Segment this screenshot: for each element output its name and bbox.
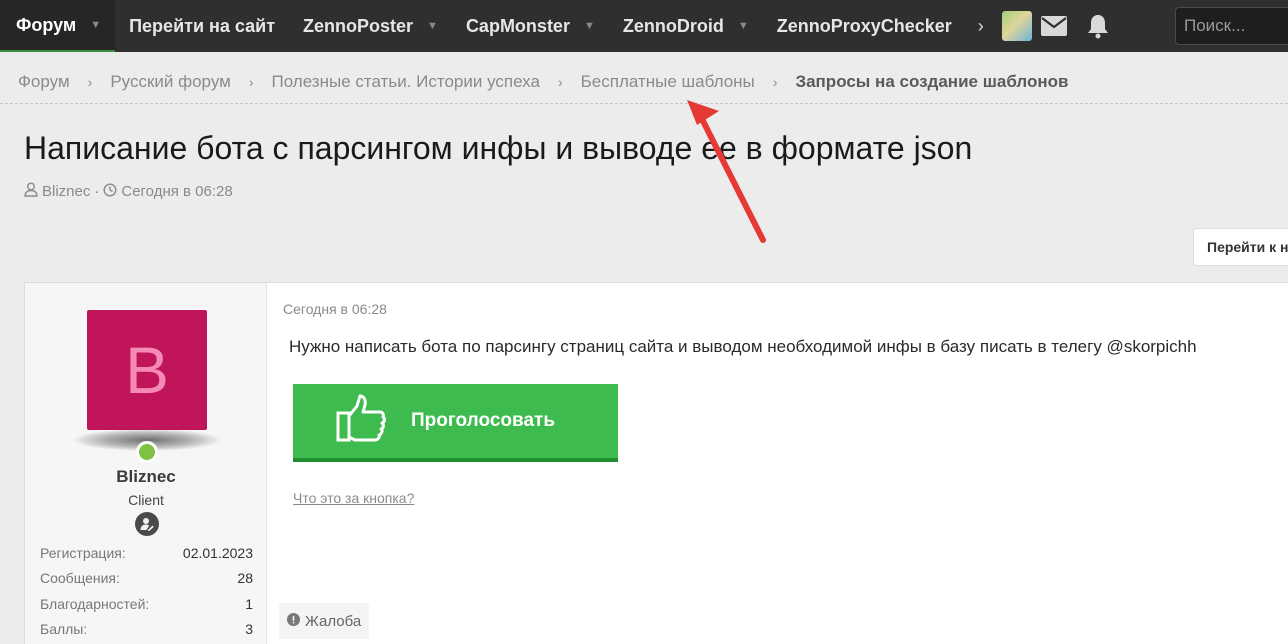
user-icon bbox=[24, 182, 38, 201]
stat-label: Сообщения: bbox=[40, 570, 120, 587]
stat-label: Регистрация: bbox=[40, 544, 126, 561]
goto-unread-button[interactable]: Перейти к н bbox=[1193, 228, 1288, 266]
bell-icon[interactable] bbox=[1076, 0, 1120, 52]
post-user-panel: B Bliznec Client Регистрация: 02.01.2023… bbox=[25, 283, 267, 644]
clock-icon bbox=[103, 182, 117, 201]
thread-meta: Bliznec · Сегодня в 06:28 bbox=[24, 182, 233, 201]
breadcrumb-item-free-templates[interactable]: Бесплатные шаблоны bbox=[581, 72, 755, 92]
nav-item-zennodroid[interactable]: ZennoDroid ▼ bbox=[609, 0, 763, 52]
user-stats: Регистрация: 02.01.2023 Сообщения: 28 Бл… bbox=[40, 540, 253, 642]
thumbs-up-icon bbox=[335, 393, 387, 449]
alert-icon bbox=[287, 612, 300, 630]
chevron-right-icon: › bbox=[248, 73, 254, 90]
stat-row: Благодарностей: 1 bbox=[40, 591, 253, 617]
vote-button-label: Проголосовать bbox=[411, 410, 555, 431]
user-role: Client bbox=[128, 492, 164, 508]
stat-row: Сообщения: 28 bbox=[40, 566, 253, 592]
nav-item-label: Форум bbox=[16, 14, 77, 35]
stat-value: 1 bbox=[245, 595, 253, 612]
caret-down-icon[interactable]: ▼ bbox=[90, 19, 101, 31]
thread-author[interactable]: Bliznec bbox=[42, 183, 90, 200]
stat-label: Благодарностей: bbox=[40, 595, 150, 612]
report-label: Жалоба bbox=[305, 612, 362, 630]
post: B Bliznec Client Регистрация: 02.01.2023… bbox=[24, 282, 1288, 644]
nav-item-label: ZennoProxyChecker bbox=[776, 15, 952, 36]
user-name[interactable]: Bliznec bbox=[25, 467, 267, 487]
chevron-right-icon: › bbox=[87, 73, 93, 90]
caret-down-icon[interactable]: ▼ bbox=[584, 20, 595, 32]
post-text: Нужно написать бота по парсингу страниц … bbox=[289, 337, 1197, 356]
stat-value[interactable]: 28 bbox=[237, 570, 253, 586]
breadcrumb: Форум › Русский форум › Полезные статьи.… bbox=[0, 60, 1288, 104]
account-avatar[interactable] bbox=[1001, 11, 1032, 41]
nav-item-capmonster[interactable]: CapMonster ▼ bbox=[452, 0, 609, 52]
caret-down-icon[interactable]: ▼ bbox=[427, 20, 438, 32]
top-navigation: Форум ▼ Перейти на сайт ZennoPoster ▼ Ca… bbox=[0, 0, 1288, 52]
stat-value: 3 bbox=[245, 621, 253, 638]
stat-row: Баллы: 3 bbox=[40, 617, 253, 643]
post-date[interactable]: Сегодня в 06:28 bbox=[283, 301, 387, 317]
meta-separator: · bbox=[94, 183, 100, 200]
avatar[interactable]: B bbox=[87, 310, 207, 430]
chevron-right-icon: › bbox=[772, 73, 778, 90]
nav-item-label: ZennoDroid bbox=[622, 15, 724, 36]
chevron-right-icon: › bbox=[557, 73, 563, 90]
breadcrumb-item-useful-articles[interactable]: Полезные статьи. Истории успеха bbox=[272, 72, 540, 92]
online-status-icon bbox=[136, 441, 158, 463]
nav-item-label: Перейти на сайт bbox=[129, 15, 276, 36]
nav-item-zennoproxychecker[interactable]: ZennoProxyChecker bbox=[763, 0, 966, 52]
stat-label: Баллы: bbox=[40, 621, 88, 638]
nav-item-label: CapMonster bbox=[465, 15, 570, 36]
breadcrumb-item-russian-forum[interactable]: Русский форум bbox=[110, 72, 231, 92]
report-button[interactable]: Жалоба bbox=[279, 603, 370, 639]
inbox-icon[interactable] bbox=[1032, 0, 1076, 52]
stat-value: 02.01.2023 bbox=[182, 544, 253, 561]
caret-down-icon[interactable]: ▼ bbox=[738, 20, 749, 32]
nav-item-forum[interactable]: Форум ▼ bbox=[0, 0, 116, 52]
stat-row: Регистрация: 02.01.2023 bbox=[40, 540, 253, 566]
page-title: Написание бота с парсингом инфы и выводе… bbox=[24, 130, 973, 166]
nav-divider bbox=[0, 52, 1288, 60]
nav-item-label: ZennoPoster bbox=[303, 15, 414, 36]
breadcrumb-item-forum[interactable]: Форум bbox=[18, 72, 70, 92]
search-input[interactable] bbox=[1175, 7, 1288, 45]
vote-button[interactable]: Проголосовать bbox=[293, 384, 618, 462]
user-badge-icon bbox=[135, 512, 159, 536]
nav-item-site[interactable]: Перейти на сайт bbox=[115, 0, 289, 52]
thread-date[interactable]: Сегодня в 06:28 bbox=[121, 183, 232, 200]
nav-item-zennoposter[interactable]: ZennoPoster ▼ bbox=[289, 0, 452, 52]
what-is-this-link[interactable]: Что это за кнопка? bbox=[293, 490, 414, 506]
breadcrumb-item-template-requests[interactable]: Запросы на создание шаблонов bbox=[795, 72, 1068, 92]
nav-more-icon[interactable]: › bbox=[966, 16, 996, 37]
